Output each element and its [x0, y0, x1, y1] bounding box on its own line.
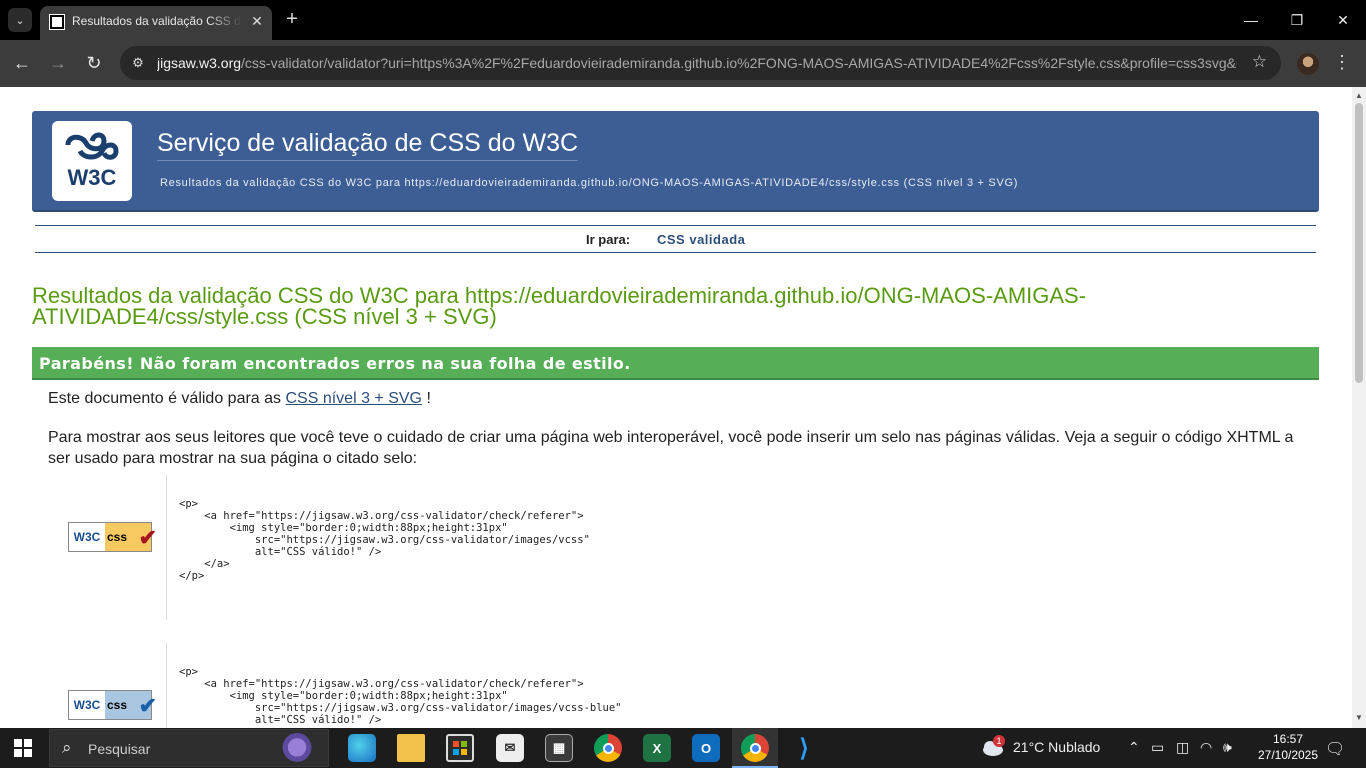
page-scrollbar[interactable]: ▲ ▼ [1352, 87, 1366, 728]
restore-icon[interactable]: ❐ [1287, 10, 1307, 30]
active-tab[interactable]: Resultados da validação CSS do W3C ✕ [40, 6, 272, 40]
code-divider [166, 475, 167, 620]
taskbar-search[interactable]: ⌕ Pesquisar [49, 729, 329, 767]
page-subtitle: Resultados da validação CSS do W3C para … [160, 177, 1019, 189]
search-highlight-icon [278, 733, 316, 765]
page-viewport: W3C Serviço de validação de CSS do W3C R… [0, 87, 1352, 728]
page-title: Serviço de validação de CSS do W3C [157, 129, 579, 161]
browser-toolbar: ← → ↻ ⚙ jigsaw.w3.org/css-validator/vali… [0, 40, 1366, 87]
edge-icon[interactable] [348, 734, 376, 762]
taskbar: ⌕ Pesquisar ✉ ▦ X O ⟩ 1 21°C Nublado ⌃ ▭… [0, 728, 1366, 768]
validity-statement: Este documento é válido para as CSS níve… [48, 390, 431, 408]
success-banner: Parabéns! Não foram encontrados erros na… [32, 347, 1319, 380]
system-clock[interactable]: 16:57 27/10/2025 [1256, 731, 1320, 763]
validity-text: Este documento é válido para as [48, 390, 282, 407]
url-host: jigsaw.w3.org [157, 55, 242, 71]
badge-code-snippet: <p> <a href="https://jigsaw.w3.org/css-v… [179, 498, 590, 582]
file-explorer-icon[interactable] [397, 734, 425, 762]
scroll-down-icon[interactable]: ▼ [1355, 713, 1363, 722]
camera-icon[interactable]: ◫ [1176, 739, 1189, 756]
show-hidden-icons-icon[interactable]: ⌃ [1128, 739, 1140, 756]
badge-block-gold: W3C css ✔ <p> <a href="https://jigsaw.w3… [48, 475, 1308, 620]
address-bar[interactable]: ⚙ jigsaw.w3.org/css-validator/validator?… [120, 46, 1281, 80]
chrome-icon[interactable] [594, 734, 622, 762]
notifications-icon[interactable]: 🗨 [1325, 739, 1345, 759]
badge-intro-text: Para mostrar aos seus leitores que você … [48, 429, 1294, 467]
weather-text[interactable]: 21°C Nublado [1013, 739, 1100, 755]
css-badge-blue[interactable]: W3C css ✔ [68, 690, 157, 720]
search-placeholder: Pesquisar [88, 741, 151, 757]
jump-label: Ir para: [586, 232, 631, 247]
volume-icon[interactable]: 🕪 [1223, 739, 1232, 756]
css-badge-gold[interactable]: W3C css ✔ [68, 522, 157, 552]
tab-search-icon[interactable]: ⌄ [8, 8, 32, 32]
checkmark-icon: ✔ [138, 525, 157, 550]
battery-icon[interactable]: ▭ [1151, 739, 1164, 756]
outlook-icon[interactable]: O [692, 734, 720, 762]
jump-link-validated-css[interactable]: CSS validada [657, 232, 745, 247]
success-message: Parabéns! Não foram encontrados erros na… [39, 354, 631, 373]
close-window-icon[interactable]: ✕ [1333, 10, 1353, 30]
results-heading: Resultados da validação CSS do W3C para … [32, 283, 1087, 329]
vscode-icon[interactable]: ⟩ [790, 734, 818, 762]
reload-icon[interactable]: ↻ [83, 52, 105, 74]
close-tab-icon[interactable]: ✕ [248, 12, 266, 30]
badge-code-snippet: <p> <a href="https://jigsaw.w3.org/css-v… [179, 666, 622, 726]
search-icon: ⌕ [62, 738, 72, 757]
mail-icon[interactable]: ✉ [496, 734, 524, 762]
store-icon[interactable] [446, 734, 474, 762]
badge-block-blue: W3C css ✔ <p> <a href="https://jigsaw.w3… [48, 643, 1308, 728]
profile-avatar[interactable] [1297, 53, 1319, 75]
validity-text-end: ! [426, 390, 431, 407]
badge-w3c-text: W3C [69, 691, 105, 719]
minimize-icon[interactable]: — [1241, 10, 1261, 30]
tab-bar: ⌄ Resultados da validação CSS do W3C ✕ +… [0, 0, 1366, 40]
css-profile-link[interactable]: CSS nível 3 + SVG [285, 390, 422, 407]
code-divider [166, 643, 167, 728]
chrome-profile-icon[interactable] [741, 734, 769, 762]
w3c-logo[interactable]: W3C [52, 121, 132, 201]
clock-time: 16:57 [1272, 732, 1304, 746]
bookmark-star-icon[interactable]: ☆ [1252, 52, 1267, 72]
url-text[interactable]: jigsaw.w3.org/css-validator/validator?ur… [157, 55, 1237, 71]
clock-date: 27/10/2025 [1257, 748, 1319, 762]
url-path: /css-validator/validator?uri=https%3A%2F… [241, 55, 1237, 71]
w3c-logo-mark-icon [65, 132, 119, 160]
w3c-logo-text: W3C [67, 165, 117, 190]
wifi-icon[interactable]: ◠ [1200, 739, 1212, 756]
site-info-icon[interactable]: ⚙ [128, 53, 148, 73]
tab-title: Resultados da validação CSS do W3C [72, 14, 242, 28]
checkmark-icon: ✔ [138, 693, 157, 718]
badge-w3c-text: W3C [69, 523, 105, 551]
back-icon[interactable]: ← [11, 52, 33, 74]
scrollbar-thumb[interactable] [1355, 103, 1363, 383]
forward-icon[interactable]: → [47, 52, 69, 74]
new-tab-icon[interactable]: + [282, 9, 302, 29]
scroll-up-icon[interactable]: ▲ [1355, 91, 1363, 100]
excel-icon[interactable]: X [643, 734, 671, 762]
w3c-banner: W3C Serviço de validação de CSS do W3C R… [32, 111, 1319, 212]
jump-nav: Ir para: CSS validada [35, 225, 1316, 253]
windows-start-icon[interactable] [14, 739, 32, 757]
menu-kebab-icon[interactable]: ⋮ [1333, 52, 1351, 73]
w3c-favicon-icon [49, 14, 65, 30]
calculator-icon[interactable]: ▦ [545, 734, 573, 762]
weather-badge: 1 [993, 735, 1005, 747]
